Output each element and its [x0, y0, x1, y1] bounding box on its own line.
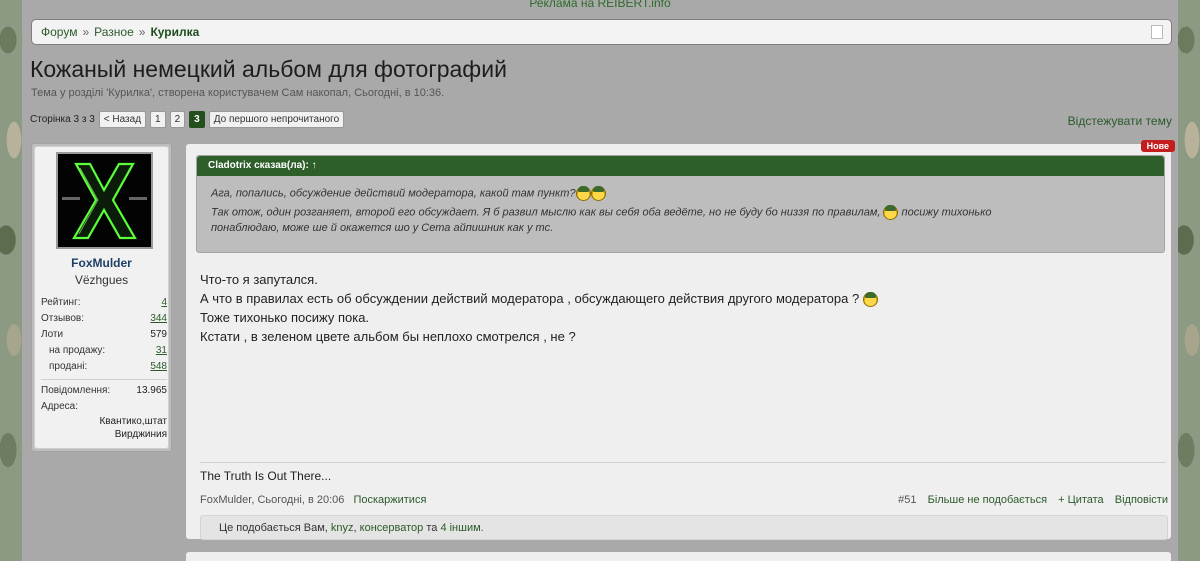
breadcrumb-current[interactable]: Курилка — [150, 25, 199, 39]
stat-value[interactable]: 344 — [150, 311, 167, 327]
post-author-time[interactable]: FoxMulder, Сьогодні, в 20:06 — [200, 494, 344, 506]
stat-row-lots: Лоти 579 — [41, 327, 167, 343]
quote-block: Cladotrix сказав(ла): ↑ Ага, попались, о… — [196, 155, 1165, 253]
smiley-icon — [862, 292, 878, 308]
signature: The Truth Is Out There... — [200, 462, 1166, 483]
page-1-button[interactable]: 1 — [150, 111, 166, 128]
quote-line: понаблюдаю, може ше й окажется шо у Сета… — [211, 221, 554, 234]
page-title: Кожаный немецкий альбом для фотографий — [30, 56, 507, 82]
breadcrumb: Форум » Разное » Курилка — [31, 19, 1172, 45]
stat-row-reviews: Отзывов: 344 — [41, 311, 167, 327]
address-line: Вирджиния — [114, 429, 167, 440]
stat-label: Адреса: — [41, 401, 78, 412]
likes-prefix: Це подобається Вам, — [219, 522, 328, 534]
stat-value[interactable]: 548 — [150, 359, 167, 375]
first-unread-button[interactable]: До першого непрочитаного — [208, 111, 345, 128]
divider — [41, 379, 167, 380]
ad-banner-text[interactable]: Реклама на REIBERT.info — [22, 0, 1178, 10]
message-line: А что в правилах есть об обсуждении дейс… — [200, 291, 860, 306]
likes-and: та — [426, 522, 438, 534]
stat-row-rating: Рейтинг: 4 — [41, 295, 167, 311]
reply-button[interactable]: Відповісти — [1115, 494, 1168, 506]
quote-line: Так отож, один розганяет, второй его обс… — [211, 206, 881, 219]
background-camo-left — [0, 0, 22, 561]
page-3-button[interactable]: 3 — [189, 111, 205, 128]
post-number[interactable]: #51 — [898, 494, 916, 506]
liker-link[interactable]: knyz — [331, 522, 354, 534]
thread-description: Тема у розділі 'Курилка', створена корис… — [31, 87, 445, 99]
new-badge: Нове — [1140, 140, 1175, 152]
post-meta-right: #51 Більше не подобається + Цитата Відпо… — [890, 494, 1168, 506]
breadcrumb-misc[interactable]: Разное — [94, 25, 134, 39]
stat-label: Отзывов: — [41, 313, 84, 324]
stat-value[interactable]: 31 — [156, 343, 167, 359]
message-line: Тоже тихонько посижу пока. — [200, 310, 370, 325]
smiley-icon — [575, 186, 591, 201]
likes-more-link[interactable]: 4 іншим. — [440, 522, 483, 534]
page-2-button[interactable]: 2 — [169, 111, 186, 128]
prev-page-button[interactable]: < Назад — [98, 111, 147, 128]
user-stats: Рейтинг: 4 Отзывов: 344 Лоти 579 на прод… — [41, 295, 167, 441]
stat-row-address: Адреса: — [41, 399, 167, 415]
address-value: Квантико,штат Вирджиния — [41, 415, 167, 441]
smiley-icon — [883, 205, 899, 221]
stat-value[interactable]: 4 — [161, 295, 167, 311]
quote-button[interactable]: + Цитата — [1058, 494, 1104, 506]
message-line: Кстати , в зеленом цвете альбом бы непло… — [200, 329, 576, 344]
quote-line: Ага, попались, обсуждение действий модер… — [211, 187, 576, 200]
stat-row-for-sale: на продажу: 31 — [41, 343, 167, 359]
background-camo-right — [1178, 0, 1200, 561]
page-navigation: Сторінка 3 з 3 < Назад 1 2 3 До першого … — [30, 111, 345, 128]
post-meta: FoxMulder, Сьогодні, в 20:06 Поскаржитис… — [200, 494, 1168, 506]
x-files-logo-icon — [58, 154, 151, 247]
stat-label: продані: — [49, 361, 88, 372]
liker-link[interactable]: консерватор — [360, 522, 424, 534]
unlike-link[interactable]: Більше не подобається — [928, 494, 1047, 506]
page-content: Реклама на REIBERT.info Форум » Разное »… — [22, 0, 1178, 561]
post: Нове Cladotrix сказав(ла): ↑ Ага, попали… — [185, 140, 1175, 540]
report-link[interactable]: Поскаржитися — [353, 494, 426, 506]
user-card: FoxMulder Vëzhgues Рейтинг: 4 Отзывов: 3… — [31, 143, 172, 452]
stat-label: Лоти — [41, 329, 64, 340]
stat-value: 13.965 — [136, 385, 167, 396]
page-count-label: Сторінка 3 з 3 — [30, 114, 95, 125]
document-icon[interactable] — [1151, 25, 1163, 39]
quote-text: Ага, попались, обсуждение действий модер… — [197, 176, 1164, 236]
next-post — [185, 551, 1172, 561]
smiley-icon — [590, 186, 606, 201]
quote-line: посижу тихонько — [901, 206, 992, 219]
stat-row-messages: Повідомлення: 13.965 — [41, 383, 167, 399]
breadcrumb-separator: » — [138, 25, 146, 39]
likes-summary: Це подобається Вам, knyz, консерватор та… — [200, 515, 1168, 540]
breadcrumb-forum[interactable]: Форум — [41, 25, 77, 39]
stat-row-sold: продані: 548 — [41, 359, 167, 375]
breadcrumb-separator: » — [82, 25, 90, 39]
post-message: Что-то я запутался. А что в правилах ест… — [200, 270, 878, 346]
username[interactable]: FoxMulder — [35, 256, 168, 270]
quote-header[interactable]: Cladotrix сказав(ла): ↑ — [197, 156, 1164, 176]
address-line: Квантико,штат — [99, 416, 167, 427]
message-line: Что-то я запутался. — [200, 272, 318, 287]
stat-value: 579 — [150, 329, 167, 340]
stat-label: на продажу: — [49, 345, 106, 356]
user-info: FoxMulder Vëzhgues Рейтинг: 4 Отзывов: 3… — [34, 146, 169, 449]
watch-thread-link[interactable]: Відстежувати тему — [1068, 114, 1172, 128]
user-title: Vëzhgues — [74, 273, 129, 287]
post-meta-left: FoxMulder, Сьогодні, в 20:06 Поскаржитис… — [200, 494, 426, 506]
avatar[interactable] — [56, 152, 153, 249]
stat-label: Рейтинг: — [41, 297, 81, 308]
stat-label: Повідомлення: — [41, 385, 111, 396]
